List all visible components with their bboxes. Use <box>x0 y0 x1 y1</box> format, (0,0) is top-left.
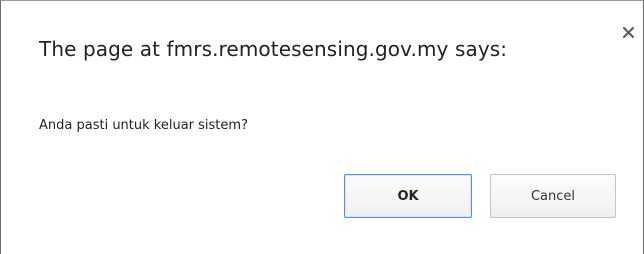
dialog-message: Anda pasti untuk keluar sistem? <box>39 118 248 133</box>
dialog-title: The page at fmrs.remotesensing.gov.my sa… <box>39 37 508 61</box>
ok-button[interactable]: OK <box>344 174 472 218</box>
close-icon[interactable] <box>621 25 637 41</box>
cancel-button[interactable]: Cancel <box>490 174 616 218</box>
javascript-dialog: The page at fmrs.remotesensing.gov.my sa… <box>0 0 644 254</box>
